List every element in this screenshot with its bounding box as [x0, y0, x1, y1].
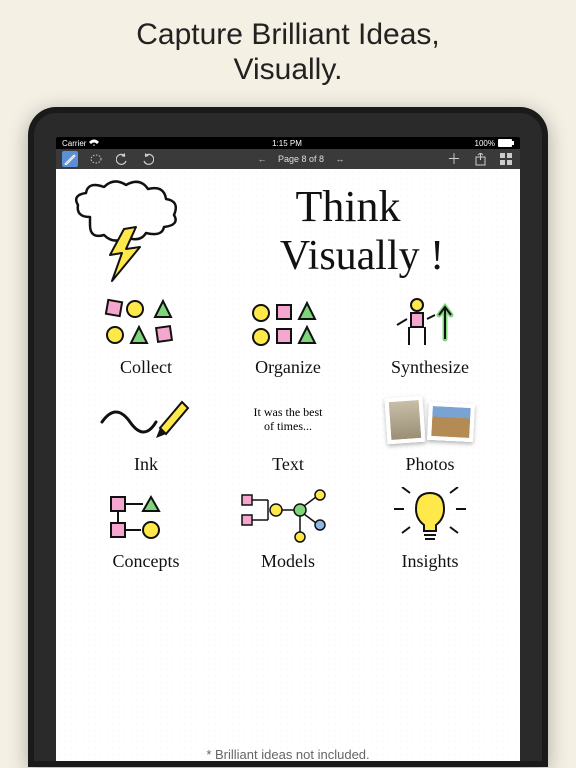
- lightbulb-icon: [380, 485, 480, 549]
- cloud-lightning-icon: [70, 177, 190, 287]
- organize-icon: [238, 291, 338, 355]
- models-icon: [238, 485, 338, 549]
- collect-cell: Collect: [80, 291, 212, 378]
- lasso-tool-button[interactable]: [88, 151, 104, 167]
- collect-label: Collect: [120, 357, 172, 378]
- text-label: Text: [272, 454, 304, 475]
- grid-button[interactable]: [498, 151, 514, 167]
- pen-tool-button[interactable]: [62, 151, 78, 167]
- photos-icon: [380, 388, 480, 452]
- text-sample: It was the best of times...: [248, 406, 328, 434]
- text-cell: It was the best of times... Text: [222, 388, 354, 475]
- carrier-label: Carrier: [62, 139, 86, 148]
- next-page-button[interactable]: ↔: [332, 151, 348, 167]
- battery-icon: [498, 139, 514, 147]
- title-line2: Visually !: [218, 232, 506, 280]
- status-bar: Carrier 1:15 PM 100%: [56, 137, 520, 149]
- models-cell: Models: [222, 485, 354, 572]
- ink-icon: [96, 388, 196, 452]
- ink-label: Ink: [134, 454, 158, 475]
- prev-page-button[interactable]: ←: [254, 151, 270, 167]
- page-indicator: Page 8 of 8: [278, 154, 324, 164]
- organize-label: Organize: [255, 357, 321, 378]
- marketing-footnote: * Brilliant ideas not included.: [0, 747, 576, 762]
- battery-label: 100%: [475, 139, 495, 148]
- synthesize-cell: Synthesize: [364, 291, 496, 378]
- photos-cell: Photos: [364, 388, 496, 475]
- text-icon: It was the best of times...: [238, 388, 338, 452]
- models-label: Models: [261, 551, 315, 572]
- headline-line2: Visually.: [136, 53, 440, 88]
- photo-thumb-1: [384, 396, 425, 445]
- organize-cell: Organize: [222, 291, 354, 378]
- concepts-icon: [96, 485, 196, 549]
- collect-icon: [96, 291, 196, 355]
- wifi-icon: [89, 139, 99, 147]
- headline-line1: Capture Brilliant Ideas,: [136, 18, 440, 53]
- synthesize-label: Synthesize: [391, 357, 469, 378]
- undo-button[interactable]: [114, 151, 130, 167]
- concepts-cell: Concepts: [80, 485, 212, 572]
- concepts-label: Concepts: [113, 551, 180, 572]
- marketing-headline: Capture Brilliant Ideas, Visually.: [136, 18, 440, 87]
- photos-label: Photos: [405, 454, 454, 475]
- share-button[interactable]: [472, 151, 488, 167]
- clock-label: 1:15 PM: [272, 139, 302, 148]
- canvas-title: Think Visually !: [190, 177, 506, 280]
- synthesize-icon: [380, 291, 480, 355]
- drawing-canvas[interactable]: Think Visually !: [56, 169, 520, 761]
- ink-cell: Ink: [80, 388, 212, 475]
- tablet-frame: Carrier 1:15 PM 100%: [28, 107, 548, 767]
- add-button[interactable]: ＋: [446, 151, 462, 167]
- insights-cell: Insights: [364, 485, 496, 572]
- photo-thumb-2: [427, 402, 475, 442]
- tablet-screen: Carrier 1:15 PM 100%: [34, 113, 542, 761]
- title-line1: Think: [190, 181, 506, 232]
- redo-button[interactable]: [140, 151, 156, 167]
- app-toolbar: ← Page 8 of 8 ↔ ＋: [56, 149, 520, 169]
- insights-label: Insights: [401, 551, 458, 572]
